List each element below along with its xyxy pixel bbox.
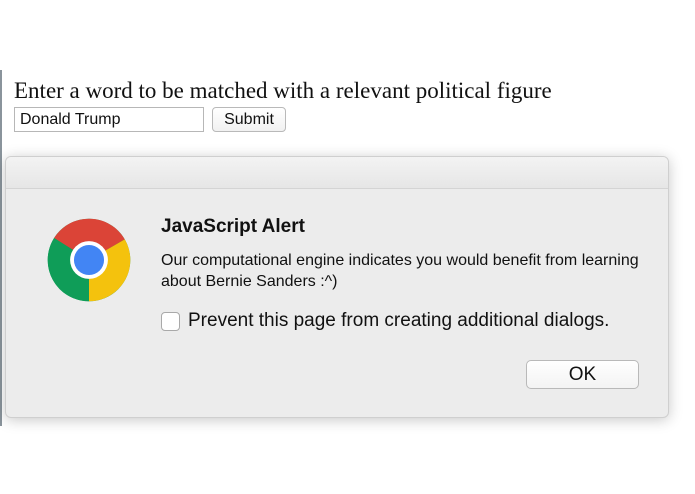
dialog-message: Our computational engine indicates you w… (161, 252, 639, 290)
javascript-alert-dialog: JavaScript Alert Our computational engin… (5, 156, 669, 418)
window-edge (0, 70, 2, 426)
dialog-titlebar (6, 157, 668, 189)
word-input[interactable] (14, 107, 204, 132)
prevent-dialogs-checkbox[interactable] (161, 311, 180, 331)
prevent-dialogs-label[interactable]: Prevent this page from creating addition… (188, 310, 609, 332)
ok-button[interactable]: OK (526, 360, 639, 389)
chrome-logo-icon (47, 218, 131, 302)
dialog-title: JavaScript Alert (161, 216, 305, 237)
page-prompt: Enter a word to be matched with a releva… (14, 78, 552, 103)
prevent-dialogs-checkbox-row[interactable]: Prevent this page from creating addition… (161, 309, 609, 333)
submit-button[interactable]: Submit (212, 107, 286, 132)
